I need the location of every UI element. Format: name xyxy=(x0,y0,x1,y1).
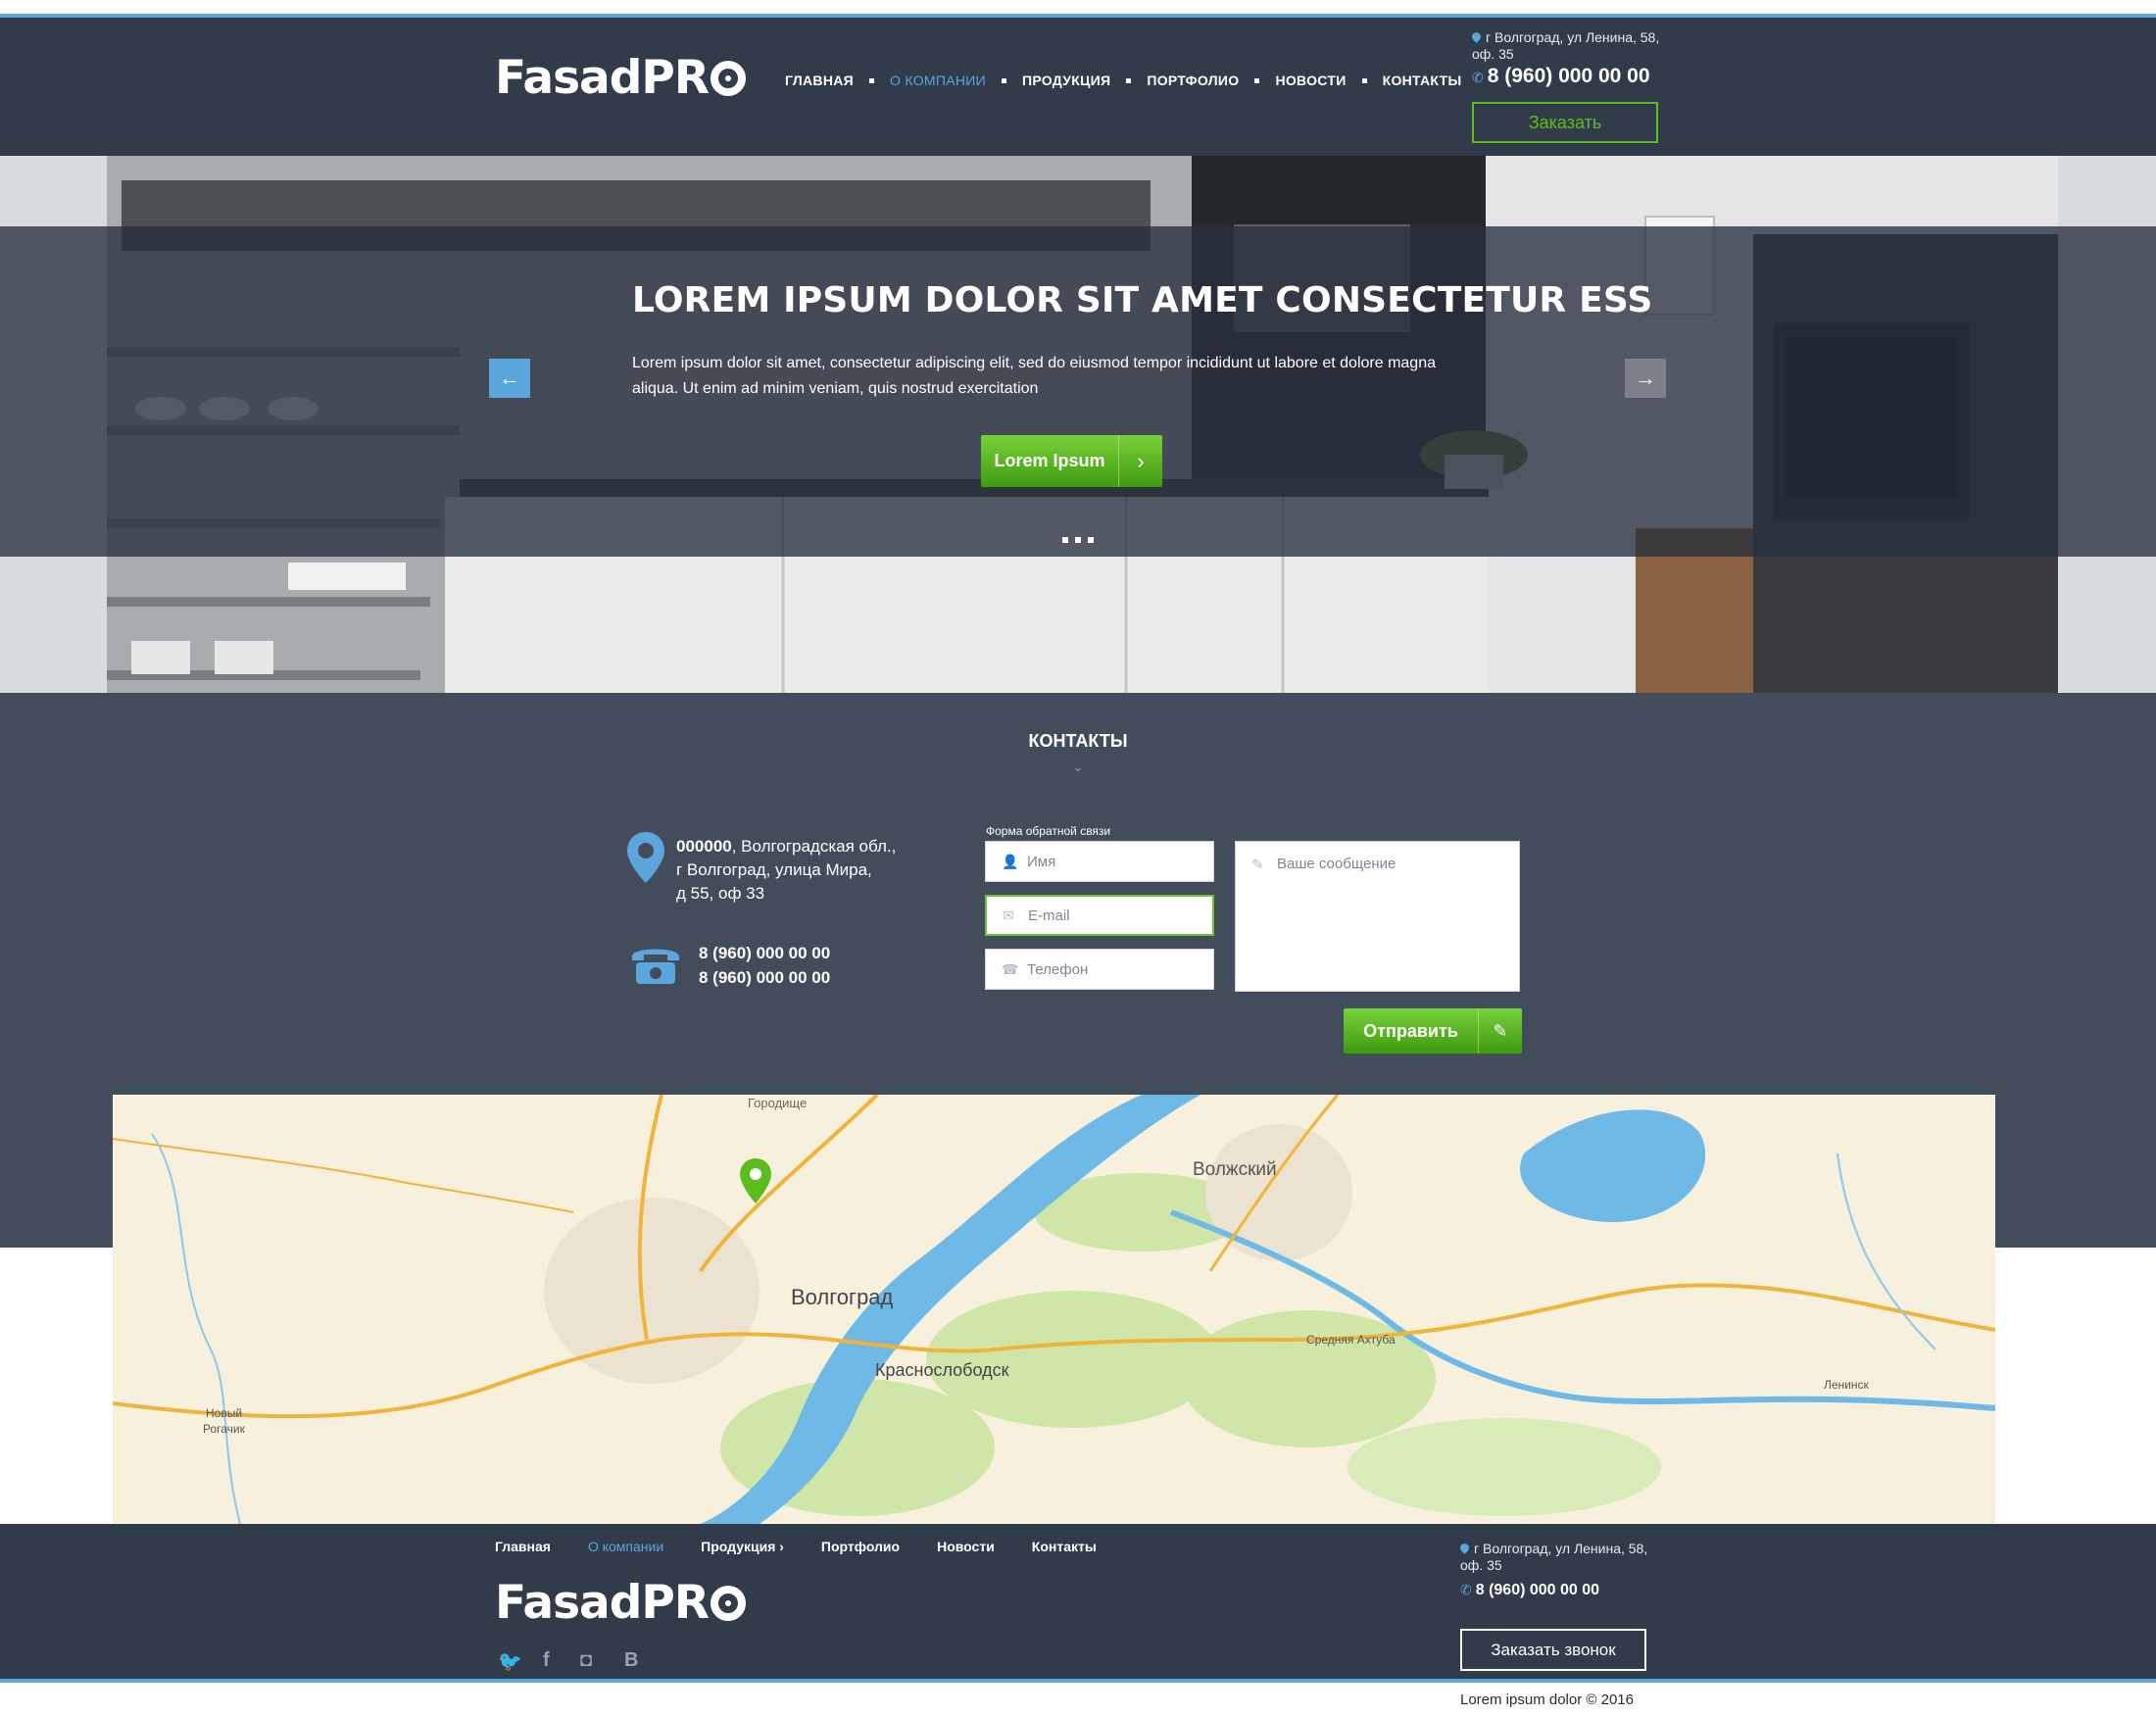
map-label-leninsk: Ленинск xyxy=(1824,1378,1869,1392)
nav-separator xyxy=(1361,77,1367,83)
address-region: , Волгоградская обл., xyxy=(731,837,897,856)
nav-item-about[interactable]: О КОМПАНИИ xyxy=(890,73,986,88)
footer-nav-products[interactable]: Продукция › xyxy=(701,1539,784,1554)
footer-address-line2: оф. 35 xyxy=(1460,1557,1502,1573)
footer-logo[interactable]: FasadPR xyxy=(495,1576,747,1630)
facebook-icon[interactable]: f xyxy=(543,1649,550,1672)
footer-logo-text: FasadPR xyxy=(495,1576,710,1630)
footer-nav-news[interactable]: Новости xyxy=(937,1539,995,1554)
map-label-srednyaya-akhtuba: Средняя Ахтуба xyxy=(1306,1333,1396,1347)
email-placeholder: E-mail xyxy=(1028,907,1070,924)
arrow-right-icon: → xyxy=(1635,366,1656,390)
phone-icon: ☎ xyxy=(1002,960,1019,977)
contacts-address: 000000, Волгоградская обл., г Волгоград,… xyxy=(676,835,896,906)
user-icon: 👤 xyxy=(1002,853,1019,869)
contacts-phone-1[interactable]: 8 (960) 000 00 00 xyxy=(699,941,830,965)
send-button-label: Отправить xyxy=(1363,1020,1458,1041)
message-textarea[interactable]: ✎ Ваше сообщение xyxy=(1235,841,1520,992)
email-field[interactable]: ✉ E-mail xyxy=(985,895,1214,936)
hero-cta-button[interactable]: Lorem Ipsum › xyxy=(981,435,1162,487)
location-map[interactable]: Городище Волжский Волгоград Краснослобод… xyxy=(113,1095,1995,1524)
instagram-icon[interactable]: ◘ xyxy=(580,1649,592,1672)
logo-o-icon xyxy=(710,1585,747,1621)
contacts-phones: 8 (960) 000 00 00 8 (960) 000 00 00 xyxy=(699,941,830,990)
map-label-volzhsky: Волжский xyxy=(1193,1159,1277,1180)
logo-text: FasadPR xyxy=(495,51,710,105)
logo-o-icon xyxy=(710,60,747,96)
map-label-volgograd: Волгоград xyxy=(791,1285,894,1309)
phone-icon: ✆ xyxy=(1460,1582,1472,1597)
copyright-text: Lorem ipsum dolor © 2016 xyxy=(1460,1691,1634,1708)
map-label-rogachik: Рогачик xyxy=(203,1422,245,1436)
contacts-phone-2[interactable]: 8 (960) 000 00 00 xyxy=(699,965,830,990)
slider-prev-button[interactable]: ← xyxy=(489,359,530,398)
phone-placeholder: Телефон xyxy=(1027,960,1089,978)
chevron-right-icon: › xyxy=(1118,435,1162,487)
order-button[interactable]: Заказать xyxy=(1472,102,1658,143)
location-pin-icon xyxy=(1458,1542,1471,1554)
hero-title: LOREM IPSUM DOLOR SIT AMET CONSECTETUR E… xyxy=(632,280,1653,320)
name-placeholder: Имя xyxy=(1027,853,1056,870)
phone-field[interactable]: ☎ Телефон xyxy=(985,949,1214,990)
address-house: д 55, оф 33 xyxy=(676,884,765,903)
arrow-left-icon: ← xyxy=(499,366,520,390)
vk-icon[interactable]: В xyxy=(624,1649,638,1672)
map-label-krasnoslobodsk: Краснослободск xyxy=(875,1360,1009,1380)
slider-dot[interactable] xyxy=(1062,537,1068,543)
footer-nav-about[interactable]: О компании xyxy=(588,1539,663,1554)
callback-button[interactable]: Заказать звонок xyxy=(1460,1629,1646,1671)
telephone-icon xyxy=(628,943,683,989)
address-zip: 000000 xyxy=(676,837,732,856)
header-address-line2: оф. 35 xyxy=(1472,46,1514,62)
hero-cta-label: Lorem Ipsum xyxy=(994,451,1105,470)
twitter-icon[interactable]: 🐦 xyxy=(498,1649,522,1674)
location-pin-icon xyxy=(1470,30,1483,43)
slider-dot[interactable] xyxy=(1088,537,1094,543)
nav-separator xyxy=(1126,77,1132,83)
slider-next-button[interactable]: → xyxy=(1625,359,1666,398)
pencil-icon: ✎ xyxy=(1478,1008,1522,1054)
hero-text: Lorem ipsum dolor sit amet, consectetur … xyxy=(632,355,1436,397)
feedback-form-label: Форма обратной связи xyxy=(986,824,1111,838)
nav-item-products[interactable]: ПРОДУКЦИЯ xyxy=(1022,73,1110,88)
envelope-icon: ✉ xyxy=(1003,907,1014,923)
header-phone[interactable]: ✆ 8 (960) 000 00 00 xyxy=(1472,65,1650,88)
map-label-gorodishche: Городище xyxy=(748,1096,808,1110)
contacts-title: КОНТАКТЫ xyxy=(1028,731,1128,751)
nav-item-portfolio[interactable]: ПОРТФОЛИО xyxy=(1147,73,1239,88)
edit-icon: ✎ xyxy=(1251,857,1264,873)
nav-separator xyxy=(869,77,875,83)
footer-address-line1: г Волгоград, ул Ленина, 58, xyxy=(1474,1541,1648,1556)
send-button[interactable]: Отправить ✎ xyxy=(1344,1008,1522,1054)
map-label-novyi: Новый xyxy=(206,1406,243,1420)
map-pin-icon xyxy=(627,832,664,888)
nav-separator xyxy=(1001,77,1006,83)
footer-accent-line xyxy=(0,1679,2156,1683)
main-nav: ГЛАВНАЯ О КОМПАНИИ ПРОДУКЦИЯ ПОРТФОЛИО Н… xyxy=(785,69,1461,92)
footer-phone-number: 8 (960) 000 00 00 xyxy=(1475,1582,1600,1598)
footer-nav-portfolio[interactable]: Портфолио xyxy=(821,1539,900,1554)
nav-item-home[interactable]: ГЛАВНАЯ xyxy=(785,73,854,88)
phone-icon: ✆ xyxy=(1472,70,1484,85)
nav-item-news[interactable]: НОВОСТИ xyxy=(1275,73,1346,88)
name-field[interactable]: 👤 Имя xyxy=(985,841,1214,882)
footer-address: г Волгоград, ул Ленина, 58, оф. 35 xyxy=(1458,1541,1648,1574)
header-phone-number: 8 (960) 000 00 00 xyxy=(1487,65,1650,87)
chevron-down-icon: ⌄ xyxy=(1072,759,1084,774)
nav-item-contacts[interactable]: КОНТАКТЫ xyxy=(1383,73,1462,88)
map-marker-icon[interactable] xyxy=(740,1158,771,1203)
footer-nav-contacts[interactable]: Контакты xyxy=(1032,1539,1097,1554)
message-placeholder: Ваше сообщение xyxy=(1277,856,1396,872)
footer-nav-home[interactable]: Главная xyxy=(495,1539,551,1554)
header-address: г Волгоград, ул Ленина, 58, оф. 35 xyxy=(1470,29,1660,63)
footer-phone[interactable]: ✆ 8 (960) 000 00 00 xyxy=(1460,1582,1599,1599)
address-street: г Волгоград, улица Мира, xyxy=(676,860,872,879)
header-logo[interactable]: FasadPR xyxy=(495,51,747,105)
footer-nav: Главная О компании Продукция › Портфолио… xyxy=(495,1539,1134,1554)
header-address-line1: г Волгоград, ул Ленина, 58, xyxy=(1486,29,1660,45)
slider-dot[interactable] xyxy=(1075,537,1081,543)
nav-separator xyxy=(1254,77,1260,83)
